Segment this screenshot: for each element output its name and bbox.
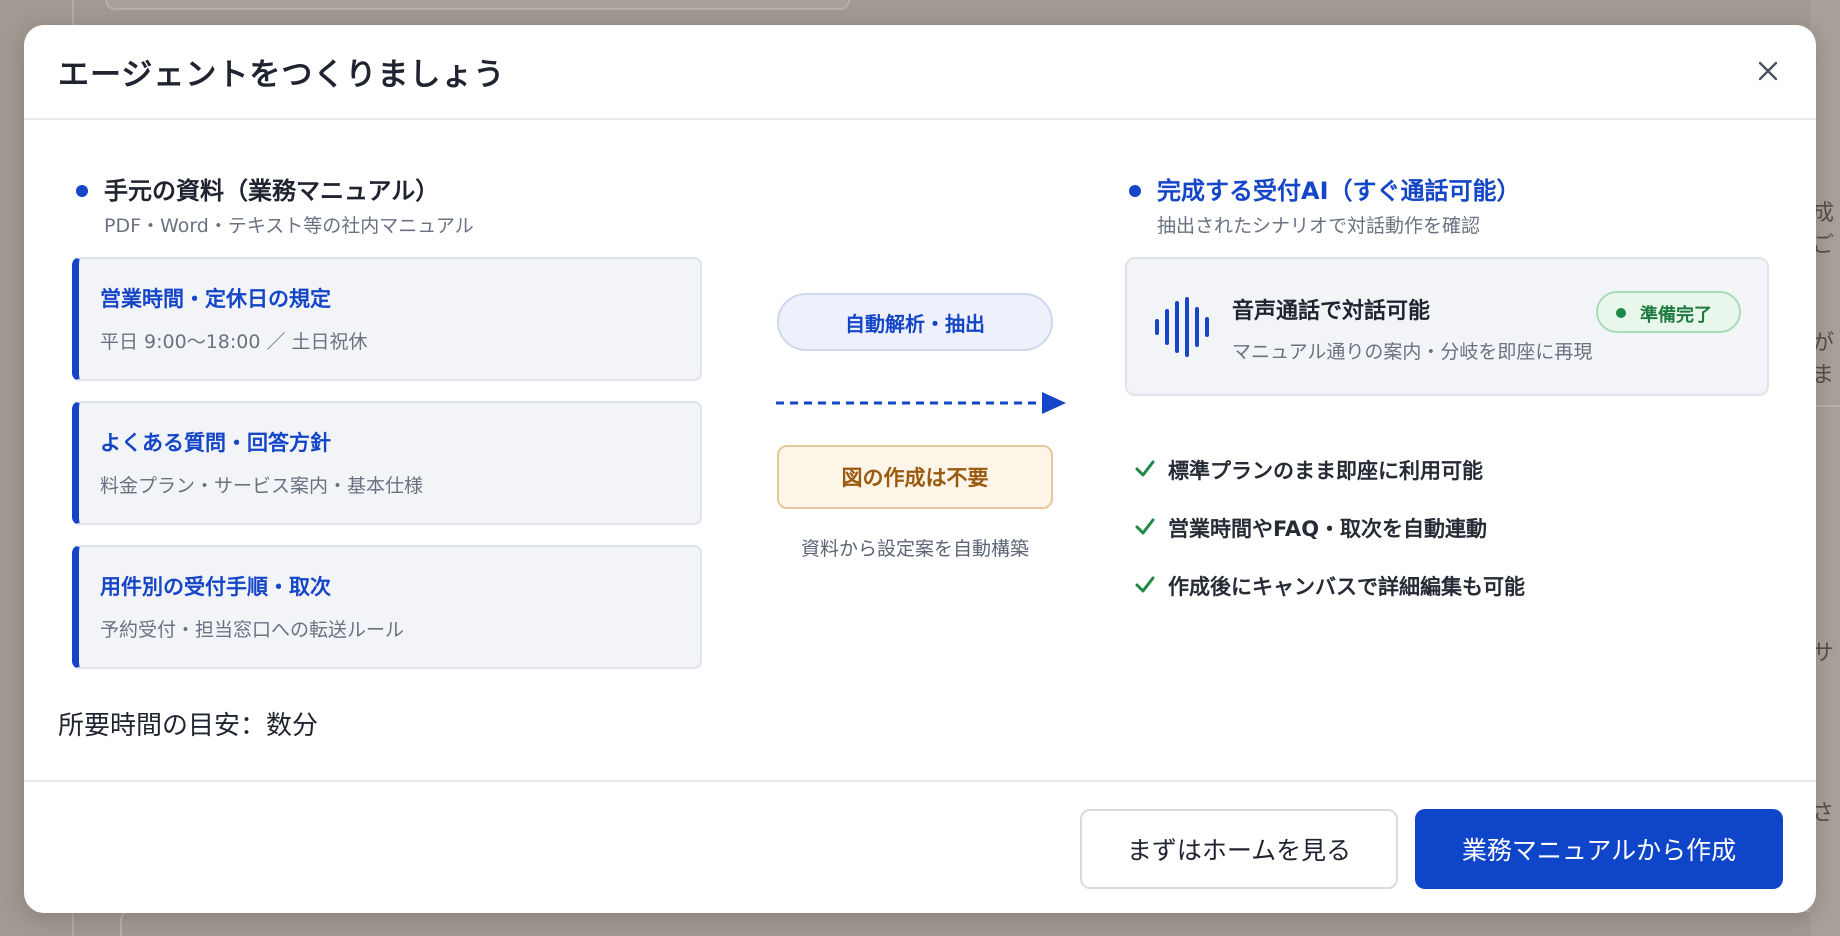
manual-card-subtitle: 平日 9:00〜18:00 ／ 土日祝休: [100, 331, 368, 353]
manual-card: 用件別の受付手順・取次 予約受付・担当窓口への転送ルール: [72, 545, 702, 669]
close-button[interactable]: [1752, 55, 1784, 87]
status-badge: 準備完了: [1596, 291, 1741, 333]
manual-card: よくある質問・回答方針 料金プラン・サービス案内・基本仕様: [72, 401, 702, 525]
background-divider: [1812, 405, 1840, 407]
create-agent-dialog: エージェントをつくりましょう 手元の資料（業務マニュアル） PDF・Word・テ…: [24, 25, 1816, 913]
manual-card-subtitle: 予約受付・担当窓口への転送ルール: [100, 619, 405, 641]
sound-wave-icon: [1155, 297, 1209, 357]
status-badge-label: 準備完了: [1640, 305, 1712, 326]
voice-card-title: 音声通話で対話可能: [1232, 299, 1431, 324]
manual-card: 営業時間・定休日の規定 平日 9:00〜18:00 ／ 土日祝休: [72, 257, 702, 381]
dialog-header: エージェントをつくりましょう: [24, 25, 1816, 120]
feature-text: 標準プランのまま即座に利用可能: [1168, 459, 1483, 483]
dialog-footer: まずはホームを見る 業務マニュアルから作成: [24, 780, 1816, 913]
checkmark-icon: [1135, 576, 1155, 593]
dialog-title: エージェントをつくりましょう: [58, 57, 506, 93]
close-icon: [1758, 61, 1778, 81]
auto-extract-pill: 自動解析・抽出: [777, 293, 1053, 351]
voice-call-card: 音声通話で対話可能 マニュアル通りの案内・分岐を即座に再現 準備完了: [1125, 257, 1769, 396]
no-diagram-pill: 図の作成は不要: [777, 445, 1053, 509]
arrow-right-icon: [776, 392, 1066, 414]
background-text: がま: [1812, 331, 1835, 388]
bullet-dot-icon: [1129, 185, 1141, 197]
manual-card-title: 営業時間・定休日の規定: [100, 287, 331, 311]
checkmark-icon: [1135, 460, 1155, 477]
view-home-button[interactable]: まずはホームを見る: [1080, 809, 1398, 889]
background-panel: [105, 0, 850, 10]
result-subtitle: 抽出されたシナリオで対話動作を確認: [1157, 215, 1481, 237]
result-title: 完成する受付AI（すぐ通話可能）: [1157, 177, 1521, 205]
background-panel-bottom: [120, 910, 1840, 936]
bullet-dot-icon: [76, 185, 88, 197]
voice-card-subtitle: マニュアル通りの案内・分岐を即座に再現: [1232, 341, 1593, 363]
manual-card-subtitle: 料金プラン・サービス案内・基本仕様: [100, 475, 424, 497]
feature-text: 作成後にキャンバスで詳細編集も可能: [1168, 575, 1525, 599]
manual-card-title: よくある質問・回答方針: [100, 431, 331, 455]
feature-text: 営業時間やFAQ・取次を自動連動: [1168, 517, 1488, 541]
estimated-time-note: 所要時間の目安：数分: [58, 711, 319, 741]
manual-card-title: 用件別の受付手順・取次: [100, 575, 331, 599]
source-title: 手元の資料（業務マニュアル）: [104, 177, 440, 205]
status-dot-icon: [1616, 308, 1626, 318]
source-subtitle: PDF・Word・テキスト等の社内マニュアル: [104, 215, 474, 237]
auto-build-note: 資料から設定案を自動構築: [800, 538, 1029, 560]
create-from-manual-button[interactable]: 業務マニュアルから作成: [1415, 809, 1783, 889]
checkmark-icon: [1135, 518, 1155, 535]
background-text: 成ご: [1812, 201, 1835, 258]
